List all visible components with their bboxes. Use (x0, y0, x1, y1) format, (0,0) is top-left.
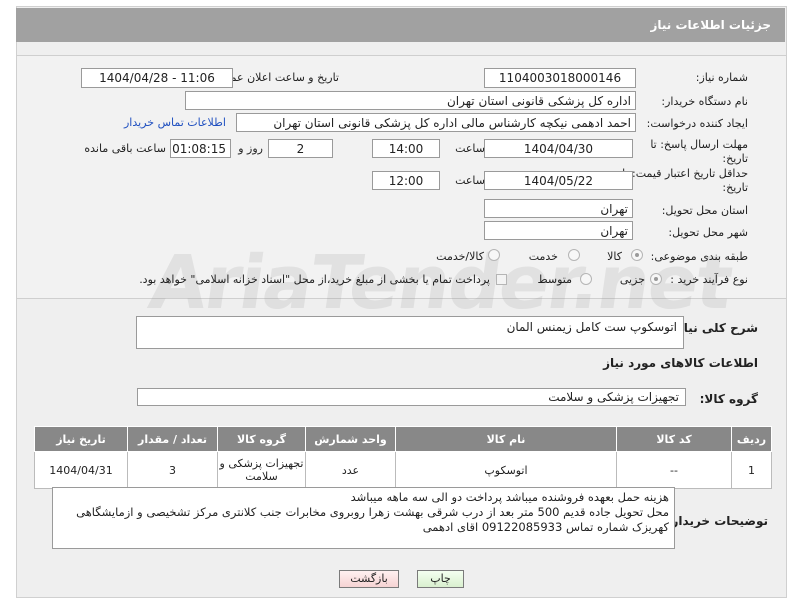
province-field[interactable]: تهران (484, 199, 633, 218)
cell-goods-code: -- (616, 451, 732, 489)
buyer-notes-line-1: هزینه حمل بعهده فروشنده میباشد پرداخت دو… (350, 490, 669, 504)
treasury-payment-checkbox[interactable] (496, 274, 507, 285)
cell-row-number: 1 (731, 451, 772, 489)
requester-label: ایجاد کننده درخواست: (646, 117, 748, 130)
goods-group-label: گروه کالا: (699, 392, 758, 406)
category-goods-label: کالا (607, 250, 622, 263)
print-button[interactable]: چاپ (417, 570, 464, 588)
goods-section-title: اطلاعات کالاهای مورد نیاز (603, 356, 758, 370)
page-title: جزئیات اطلاعات نیاز (650, 18, 771, 32)
category-goods-radio[interactable] (631, 249, 643, 261)
summary-field[interactable]: اتوسکوپ ست کامل زیمنس المان (136, 316, 684, 349)
cell-goods-name: اتوسکوپ (395, 451, 617, 489)
reply-time-field[interactable]: 14:00 (372, 139, 440, 158)
goods-table: تاریخ نیاز تعداد / مقدار گروه کالا واحد … (34, 426, 772, 489)
buyer-contact-link[interactable]: اطلاعات تماس خریدار (124, 116, 226, 129)
validity-time-label: ساعت (455, 174, 485, 187)
title-bar: جزئیات اطلاعات نیاز (16, 8, 785, 42)
cell-quantity: 3 (127, 451, 218, 489)
cell-unit: عدد (305, 451, 396, 489)
table-header-row: تاریخ نیاز تعداد / مقدار گروه کالا واحد … (34, 426, 772, 452)
validity-time-field[interactable]: 12:00 (372, 171, 440, 190)
buyer-notes-label: توضیحات خریدار: (666, 514, 768, 528)
header-quantity: تعداد / مقدار (127, 426, 218, 452)
process-medium-radio[interactable] (580, 273, 592, 285)
remaining-time-field[interactable]: 01:08:15 (170, 139, 231, 158)
treasury-payment-note: پرداخت تمام یا بخشی از مبلغ خرید،از محل … (139, 273, 490, 286)
buyer-notes-field[interactable]: هزینه حمل بعهده فروشنده میباشد پرداخت دو… (52, 487, 675, 549)
buyer-notes-line-2: محل تحویل جاده قدیم 500 متر بعد از درب ش… (76, 505, 669, 519)
province-label: استان محل تحویل: (661, 204, 748, 217)
reply-deadline-label: مهلت ارسال پاسخ: تا تاریخ: (650, 138, 748, 165)
header-goods-group: گروه کالا (217, 426, 306, 452)
process-label: نوع فرآیند خرید : (670, 273, 748, 286)
category-both-radio[interactable] (488, 249, 500, 261)
header-goods-name: نام کالا (395, 426, 617, 452)
summary-label: شرح کلی نیاز: (672, 321, 758, 335)
category-service-radio[interactable] (568, 249, 580, 261)
header-need-date: تاریخ نیاز (34, 426, 128, 452)
validity-date-field[interactable]: 1404/05/22 (484, 171, 633, 190)
category-service-label: خدمت (528, 250, 558, 263)
process-minor-radio[interactable] (650, 273, 662, 285)
back-button[interactable]: بازگشت (339, 570, 399, 588)
header-goods-code: کد کالا (616, 426, 732, 452)
category-label: طبقه بندی موضوعی: (650, 250, 748, 263)
reply-date-field[interactable]: 1404/04/30 (484, 139, 633, 158)
table-row[interactable]: 1404/04/31 3 تجهیزات پزشکی و سلامت عدد ا… (34, 451, 772, 489)
buyer-org-label: نام دستگاه خریدار: (661, 95, 748, 108)
header-row-number: ردیف (731, 426, 772, 452)
announce-field[interactable]: 1404/04/28 - 11:06 (81, 68, 233, 88)
goods-group-field[interactable]: تجهیزات پزشکی و سلامت (137, 388, 686, 406)
days-field[interactable]: 2 (268, 139, 333, 158)
city-field[interactable]: تهران (484, 221, 633, 240)
buyer-org-field[interactable]: اداره کل پزشکی قانونی استان تهران (185, 91, 636, 110)
process-minor-label: جزیی (619, 273, 645, 286)
need-number-label: شماره نیاز: (695, 71, 748, 84)
remaining-time-label: ساعت باقی مانده (84, 142, 166, 155)
city-label: شهر محل تحویل: (668, 226, 748, 239)
cell-goods-group: تجهیزات پزشکی و سلامت (217, 451, 306, 489)
requester-field[interactable]: احمد ادهمی نیکچه کارشناس مالی اداره کل پ… (236, 113, 636, 132)
days-label: روز و (238, 142, 263, 155)
category-both-label: کالا/خدمت (436, 250, 484, 263)
need-number-field[interactable]: 1104003018000146 (484, 68, 636, 88)
cell-need-date: 1404/04/31 (34, 451, 128, 489)
buyer-notes-line-3: کهریزک شماره تماس 09122085933 اقای ادهمی (422, 520, 669, 534)
header-unit: واحد شمارش (305, 426, 396, 452)
process-medium-label: متوسط (537, 273, 572, 286)
reply-time-label: ساعت (455, 142, 485, 155)
